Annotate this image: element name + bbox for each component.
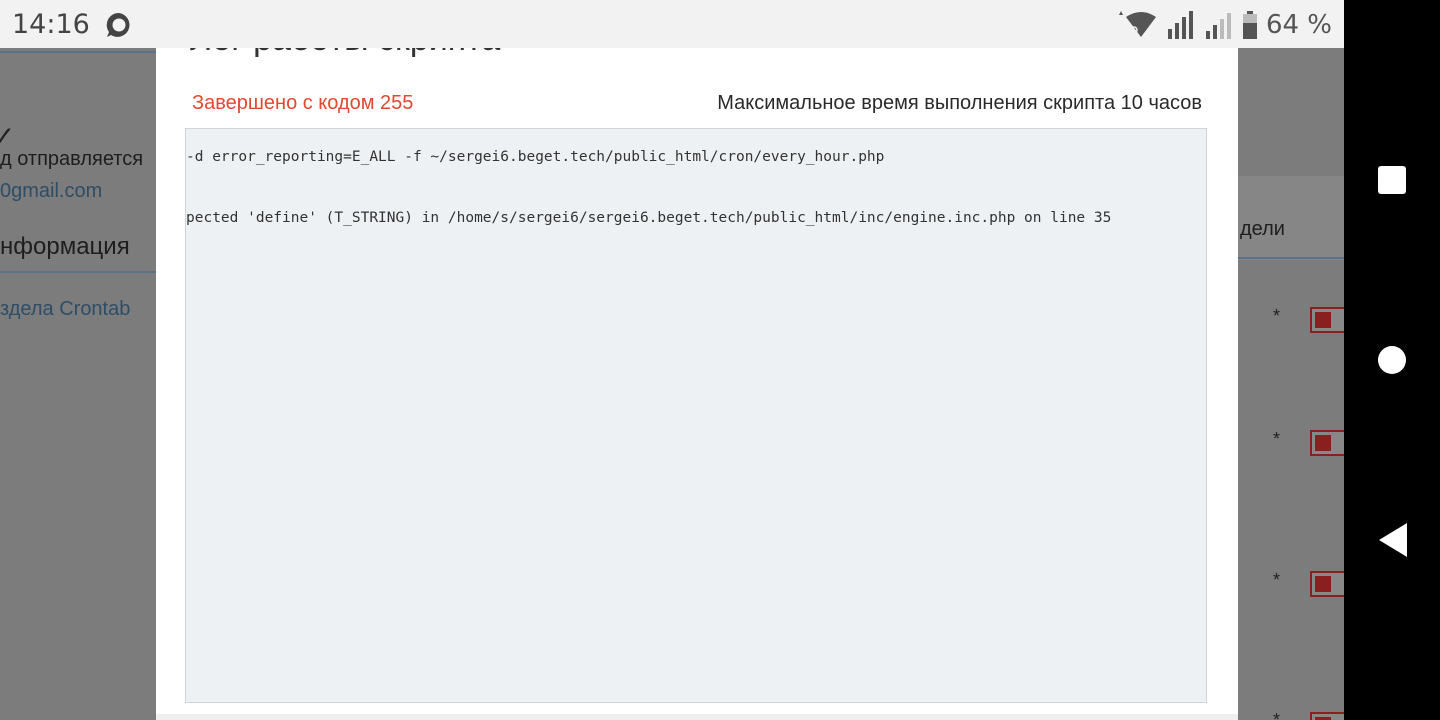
battery-percent: 64 % [1265, 10, 1332, 40]
toggle-switch [1310, 307, 1344, 333]
background-text: д отправляется [0, 148, 144, 170]
toggle-switch [1310, 430, 1344, 456]
navigation-bar [1344, 0, 1440, 720]
exit-status-text: Завершено с кодом 255 [192, 92, 414, 114]
home-circle-icon[interactable] [1377, 345, 1407, 375]
divider [1238, 257, 1344, 259]
background-link: здела Crontab [0, 298, 131, 320]
log-line: -d error_reporting=E_ALL -f ~/sergei6.be… [186, 149, 885, 165]
background-email-link: 0gmail.com [0, 180, 103, 202]
battery-icon [1242, 11, 1257, 39]
cron-field: * [1273, 710, 1281, 720]
status-icons: 64 % [1114, 10, 1332, 40]
wifi-icon [1118, 11, 1156, 37]
signal-icon [1205, 13, 1231, 39]
signal-icon [1167, 11, 1193, 39]
recents-square-icon[interactable] [1377, 165, 1407, 195]
script-log-modal: Лог работы скрипта Завершено с кодом 255… [156, 48, 1238, 720]
cron-field: * [1273, 306, 1281, 326]
table-header-label: дели [1240, 218, 1285, 240]
background-page-left: ✓ д отправляется 0gmail.com нформация зд… [0, 48, 156, 720]
max-execution-time-text: Максимальное время выполнения скрипта 10… [717, 92, 1202, 114]
chat-bubble-icon [106, 12, 130, 37]
log-line: pected 'define' (T_STRING) in /home/s/se… [186, 210, 1112, 226]
toggle-switch [1310, 571, 1344, 597]
cron-field: * [1273, 570, 1281, 590]
background-heading: нформация [0, 233, 130, 260]
divider [0, 51, 156, 53]
divider [0, 271, 156, 273]
cron-field: * [1273, 429, 1281, 449]
status-time: 14:16 [12, 9, 90, 40]
background-page-right: дели * * * * [1238, 48, 1344, 720]
status-bar: 14:16 64 % [0, 0, 1344, 48]
modal-title: Лог работы скрипта [190, 48, 500, 59]
back-triangle-icon[interactable] [1377, 522, 1407, 558]
modal-footer [156, 714, 1238, 720]
log-output-box[interactable]: -d error_reporting=E_ALL -f ~/sergei6.be… [185, 128, 1207, 703]
toggle-switch [1310, 712, 1344, 720]
